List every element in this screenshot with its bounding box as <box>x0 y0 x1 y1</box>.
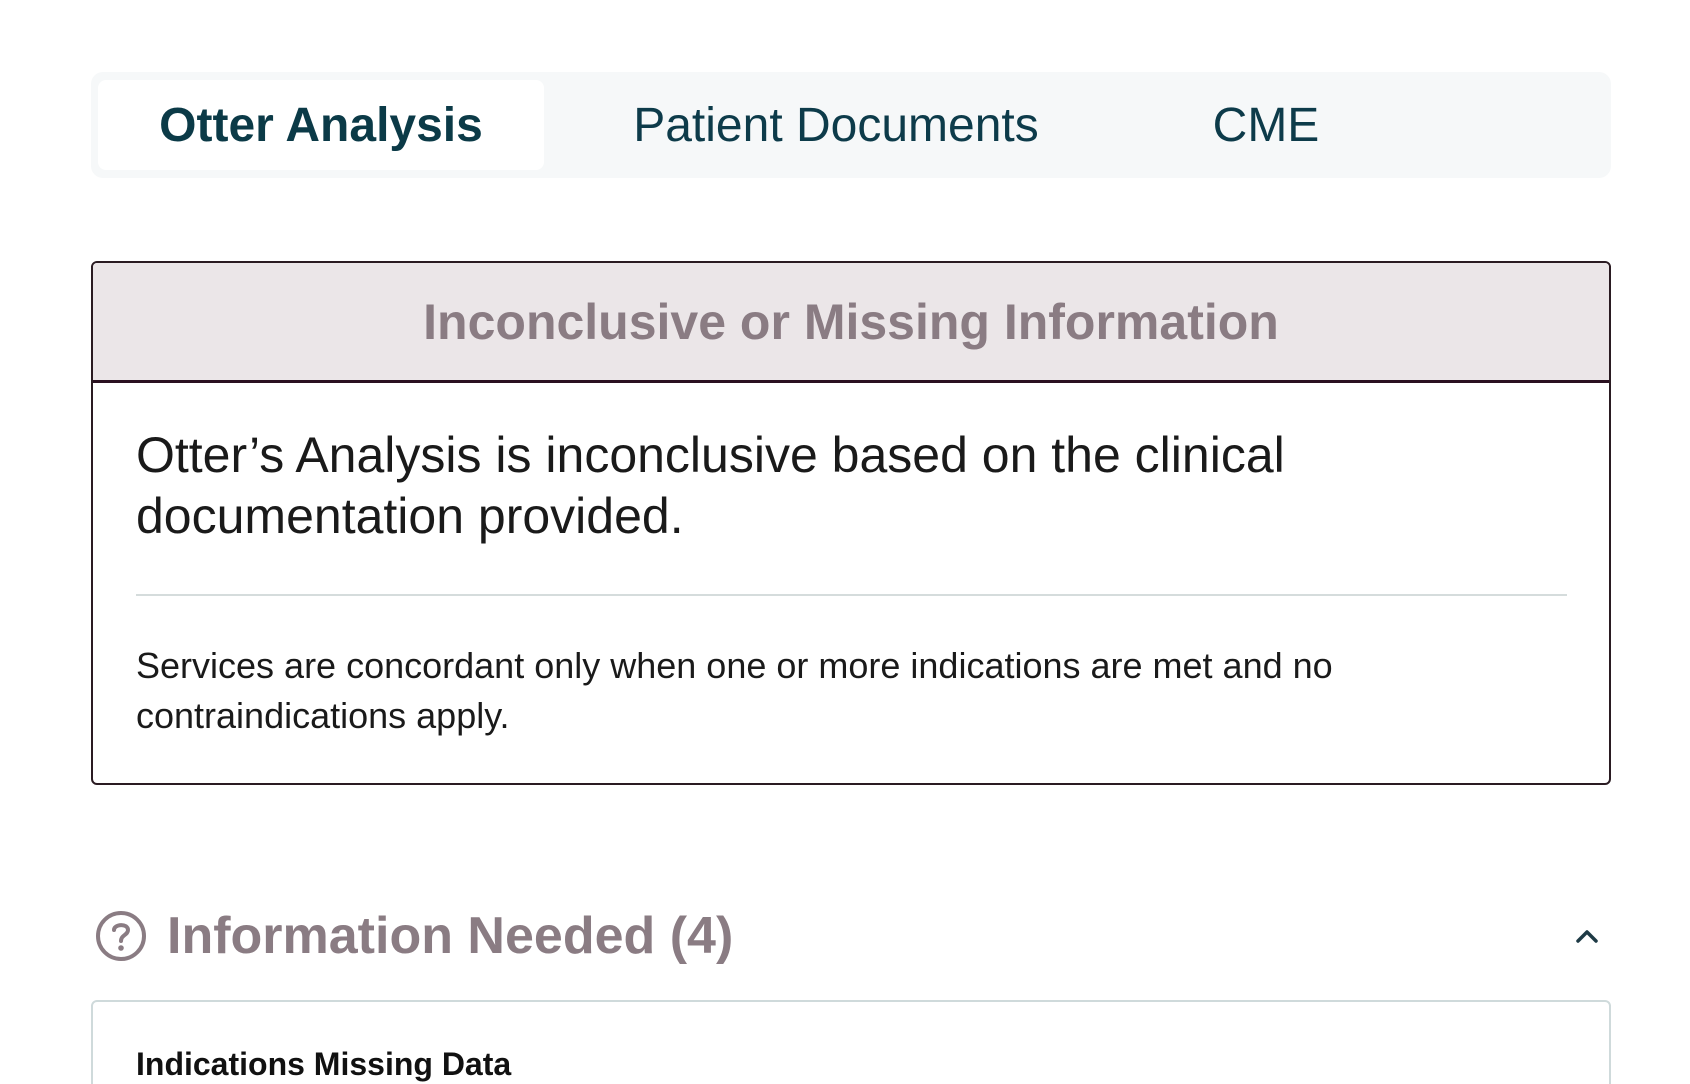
status-message: Otter’s Analysis is inconclusive based o… <box>136 427 1285 544</box>
information-needed-title: Information Needed (4) <box>167 907 734 965</box>
tab-bar: Otter Analysis Patient Documents CME <box>91 72 1611 178</box>
tab-otter-analysis[interactable]: Otter Analysis <box>98 80 544 170</box>
status-note: Services are concordant only when one or… <box>136 645 1333 736</box>
chevron-up-icon[interactable] <box>1567 916 1607 956</box>
tab-patient-documents[interactable]: Patient Documents <box>611 80 1061 170</box>
status-header: Inconclusive or Missing Information <box>93 263 1609 383</box>
page: Otter Analysis Patient Documents CME Inc… <box>0 0 1690 1084</box>
indications-missing-card: Indications Missing Data <box>91 1000 1611 1084</box>
question-circle-icon <box>96 911 146 961</box>
analysis-status-card: Inconclusive or Missing Information Otte… <box>91 261 1611 785</box>
divider <box>136 594 1567 596</box>
information-needed-header[interactable]: Information Needed (4) <box>91 904 1611 968</box>
indications-missing-title: Indications Missing Data <box>136 1046 512 1082</box>
tab-cme[interactable]: CME <box>1171 80 1361 170</box>
